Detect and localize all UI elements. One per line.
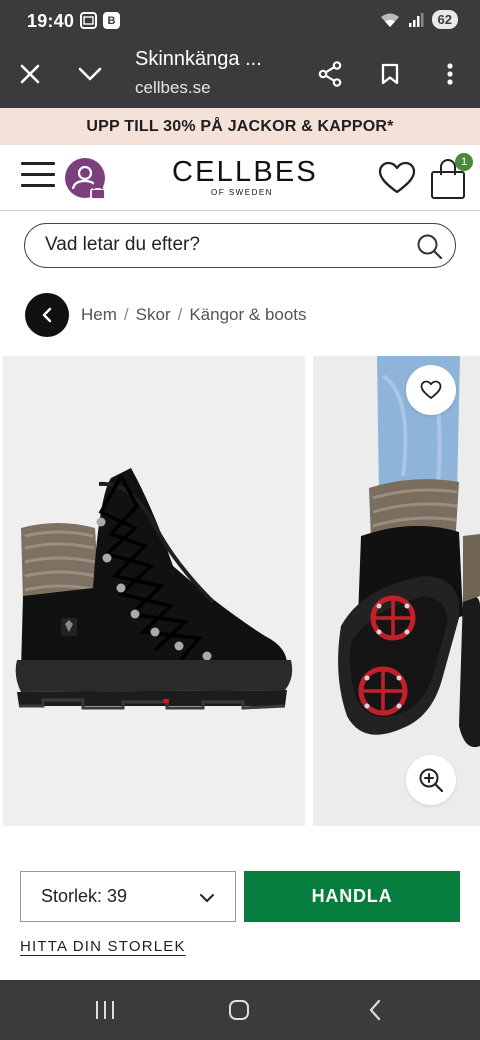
system-nav-bar [0, 980, 480, 1040]
system-icons: 62 [380, 10, 458, 29]
recents-icon [96, 1001, 114, 1019]
search-input[interactable] [45, 224, 405, 266]
product-image-sole[interactable] [313, 356, 480, 826]
b-app-icon: B [103, 12, 120, 29]
bookmark-icon [381, 63, 399, 85]
product-image-side[interactable] [3, 356, 305, 826]
share-button[interactable] [310, 54, 350, 94]
heart-icon [378, 161, 416, 194]
promo-banner[interactable]: UPP TILL 30% PÅ JACKOR & KAPPOR* [0, 108, 480, 145]
search-icon[interactable] [416, 233, 443, 260]
cart-count-badge: 1 [455, 153, 473, 171]
close-tab-button[interactable] [10, 54, 50, 94]
back-nav-button[interactable] [360, 998, 390, 1022]
status-time: 19:40 [27, 11, 75, 31]
boot-side-illustration [15, 468, 293, 710]
hamburger-line [21, 184, 55, 187]
breadcrumb-shoes[interactable]: Skor [136, 305, 171, 325]
breadcrumb-home[interactable]: Hem [81, 305, 117, 325]
chevron-down-icon [78, 67, 102, 81]
chevron-down-icon [200, 894, 214, 902]
home-button[interactable] [224, 998, 254, 1022]
chevron-left-icon [42, 307, 52, 323]
hamburger-line [21, 162, 55, 165]
add-to-wishlist-button[interactable] [406, 365, 456, 415]
product-gallery[interactable] [0, 356, 480, 826]
site-logo[interactable]: CELLBES OF SWEDEN [172, 156, 318, 197]
share-icon [318, 61, 342, 87]
page-url[interactable]: cellbes.se [135, 78, 211, 98]
wishlist-button[interactable] [378, 161, 416, 195]
zoom-in-icon [419, 768, 444, 793]
site-header: CELLBES OF SWEDEN 1 [0, 145, 480, 211]
status-bar: 19:40 B 62 [0, 0, 480, 40]
zoom-button[interactable] [406, 755, 456, 805]
recents-button[interactable] [90, 998, 120, 1022]
heart-icon [420, 380, 442, 399]
hamburger-line [21, 173, 55, 176]
breadcrumb-separator: / [177, 305, 183, 324]
back-button[interactable] [25, 293, 69, 337]
more-vert-icon [447, 63, 453, 85]
home-icon [229, 1000, 249, 1020]
size-dropdown[interactable]: Storlek: 39 [20, 871, 236, 922]
breadcrumb-separator: / [123, 305, 129, 324]
logo-subtitle: OF SWEDEN [211, 188, 273, 197]
wifi-icon [380, 13, 399, 27]
signal-icon [408, 12, 424, 27]
find-size-link[interactable]: HITTA DIN STORLEK [20, 938, 186, 955]
breadcrumb-boots[interactable]: Kängor & boots [189, 305, 306, 325]
screenshot-icon [80, 12, 97, 29]
buy-button[interactable]: HANDLA [244, 871, 460, 922]
battery-indicator: 62 [431, 10, 458, 29]
close-icon [20, 64, 40, 84]
breadcrumb: Hem / Skor / Kängor & boots [81, 305, 307, 325]
bookmark-button[interactable] [370, 54, 410, 94]
boot-sole-illustration [338, 356, 480, 748]
logo-wordmark: CELLBES [172, 156, 318, 188]
menu-button[interactable] [21, 162, 55, 194]
search-bar [24, 223, 456, 268]
user-lock-icon [65, 158, 106, 200]
notification-icons: B [80, 12, 120, 29]
back-icon [369, 999, 381, 1021]
more-options-button[interactable] [430, 54, 470, 94]
size-selected-value: Storlek: 39 [41, 886, 128, 906]
account-button[interactable] [65, 158, 107, 200]
page-title: Skinnkänga ... [135, 48, 262, 70]
minimize-tab-button[interactable] [70, 54, 110, 94]
browser-toolbar: Skinnkänga ... cellbes.se [0, 40, 480, 108]
